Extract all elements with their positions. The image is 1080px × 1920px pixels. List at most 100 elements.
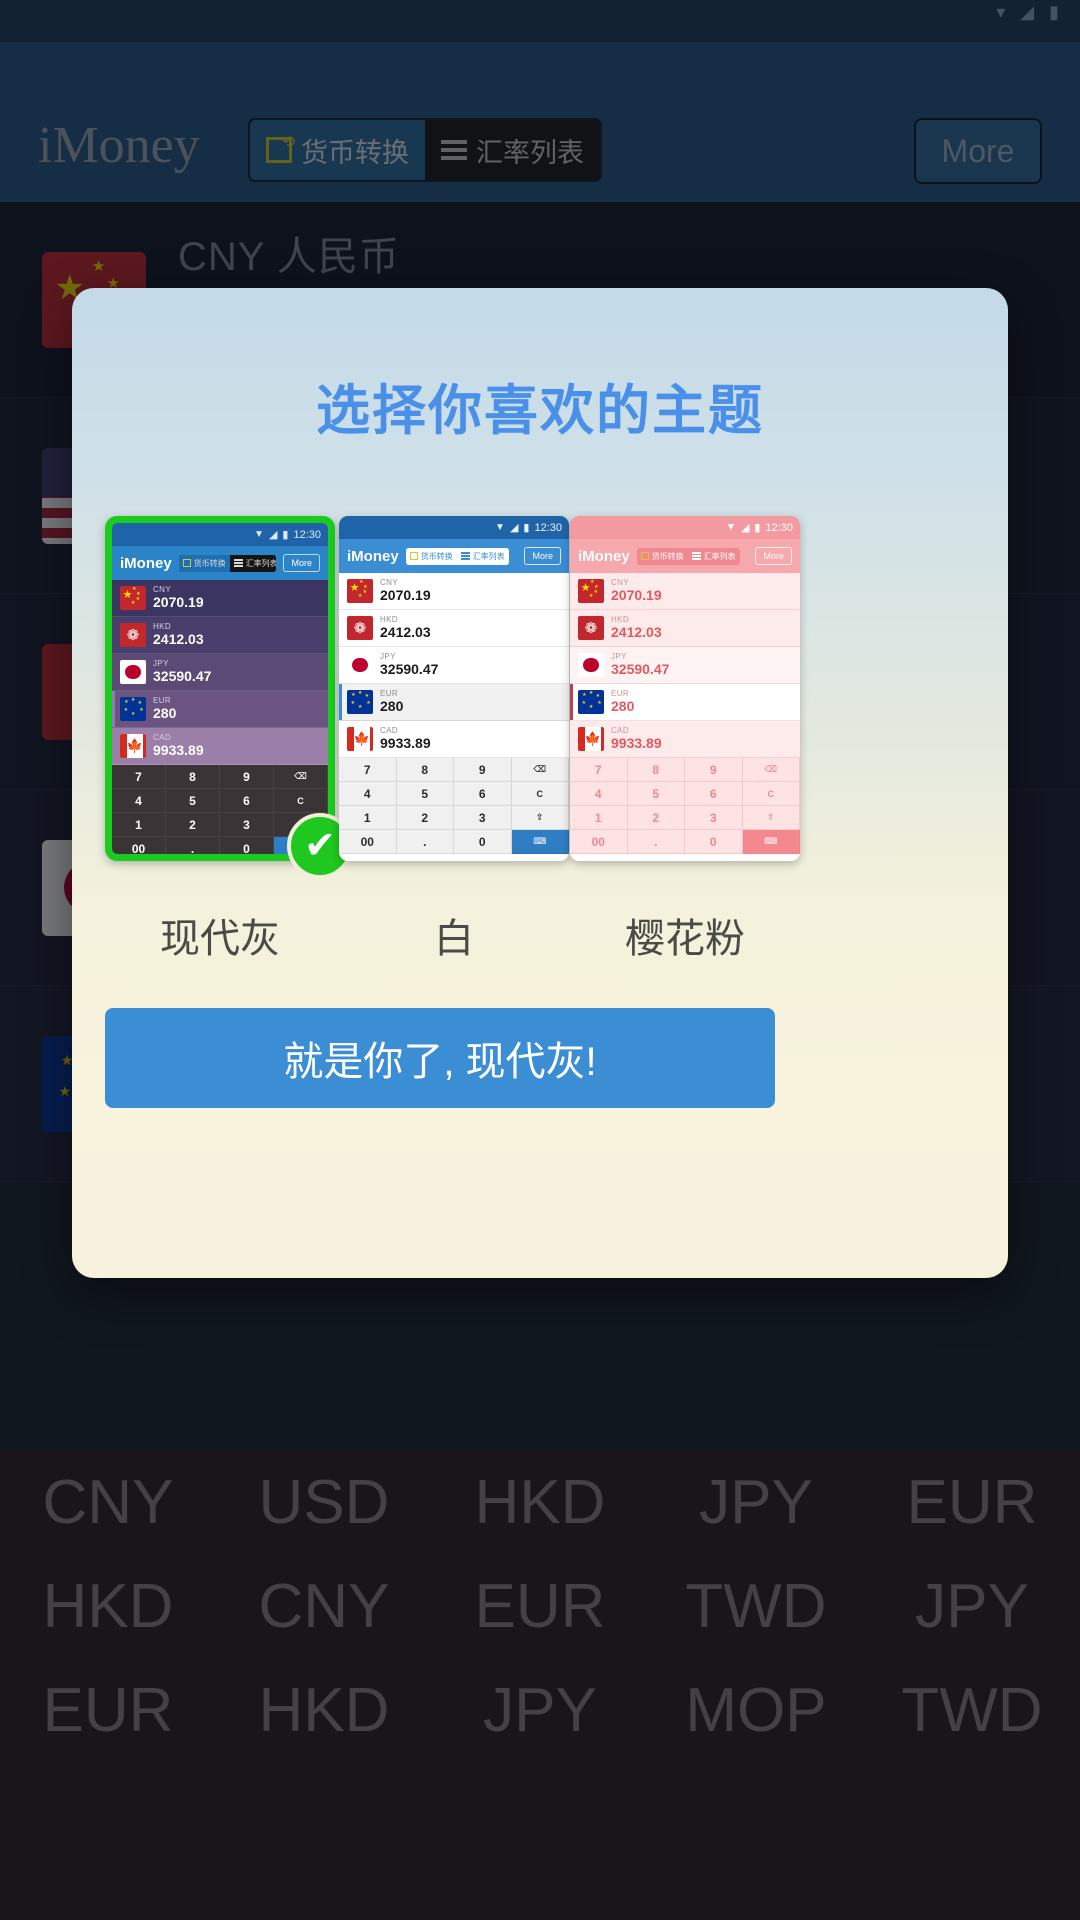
preview-key[interactable]: 0 xyxy=(220,837,274,854)
preview-key[interactable]: 7 xyxy=(570,758,628,782)
theme-preview-0[interactable]: ▼ ◢ ▮ 12:30 iMoney 货币转换 汇率列表 More ★ ★ ★ ★ ★ CNY 2070.1… xyxy=(105,516,335,861)
preview-key[interactable]: ⌫ xyxy=(511,758,569,782)
theme-preview-1[interactable]: ▼ ◢ ▮ 12:30 iMoney 货币转换 汇率列表 More ★ ★ ★ ★ ★ CNY 2070.1… xyxy=(339,516,569,861)
preview-key[interactable]: 7 xyxy=(112,765,166,789)
preview-key[interactable]: ⌫ xyxy=(274,765,328,789)
preview-key[interactable]: 00 xyxy=(112,837,166,854)
preview-rate-row[interactable]: ❁ HKD 2412.03 xyxy=(112,617,328,654)
preview-rate-row[interactable]: JPY 32590.47 xyxy=(570,647,800,684)
preview-rate-row[interactable]: ❁ HKD 2412.03 xyxy=(570,610,800,647)
preview-key[interactable]: 4 xyxy=(339,782,397,806)
preview-key[interactable]: 6 xyxy=(220,789,274,813)
preview-key[interactable]: 4 xyxy=(570,782,628,806)
preview-rate-row[interactable]: JPY 32590.47 xyxy=(112,654,328,691)
preview-status-bar: ▼ ◢ ▮ 12:30 xyxy=(112,523,328,546)
preview-key[interactable]: 0 xyxy=(685,830,743,854)
preview-key[interactable]: 00 xyxy=(339,830,397,854)
preview-key[interactable]: ⌫ xyxy=(742,758,800,782)
preview-rate-row[interactable]: 🍁 CAD 9933.89 xyxy=(570,721,800,758)
theme-label-0: 现代灰 xyxy=(160,917,280,961)
preview-key[interactable]: 1 xyxy=(112,813,166,837)
preview-keypad[interactable]: 789⌫ 456C 123⇪ 00.0⌨ xyxy=(570,758,800,854)
preview-key[interactable]: 2 xyxy=(627,806,685,830)
preview-row-code: CAD xyxy=(380,725,399,735)
confirm-theme-button[interactable]: 就是你了, 现代灰! xyxy=(105,1008,775,1108)
preview-rate-row[interactable]: 🍁 CAD 9933.89 xyxy=(112,728,328,765)
theme-option-2[interactable]: ▼ ◢ ▮ 12:30 iMoney 货币转换 汇率列表 More ★ ★ ★ ★ ★ CNY 2070.1… xyxy=(570,516,800,861)
preview-row-value: 32590.47 xyxy=(380,661,439,678)
preview-key[interactable]: 8 xyxy=(627,758,685,782)
preview-tab-convert[interactable]: 货币转换 xyxy=(636,547,688,565)
preview-tab-list[interactable]: 汇率列表 xyxy=(456,547,509,565)
preview-app-bar: iMoney 货币转换 汇率列表 More xyxy=(112,546,328,580)
preview-key[interactable]: 0 xyxy=(454,830,512,854)
preview-key[interactable]: 3 xyxy=(454,806,512,830)
preview-row-value: 32590.47 xyxy=(153,668,212,685)
preview-key[interactable]: . xyxy=(627,830,685,854)
preview-key[interactable]: 6 xyxy=(685,782,743,806)
theme-option-1[interactable]: ▼ ◢ ▮ 12:30 iMoney 货币转换 汇率列表 More ★ ★ ★ ★ ★ CNY 2070.1… xyxy=(339,516,569,861)
theme-label-1: 白 xyxy=(434,917,474,961)
preview-key[interactable]: 1 xyxy=(570,806,628,830)
preview-rate-row[interactable]: ★ ★ ★ ★ ★ CNY 2070.19 xyxy=(570,573,800,610)
preview-key[interactable]: C xyxy=(742,782,800,806)
preview-row-code: JPY xyxy=(380,651,396,661)
battery-icon: ▮ xyxy=(754,522,761,534)
preview-key[interactable]: . xyxy=(396,830,454,854)
preview-rate-row[interactable]: 🍁 CAD 9933.89 xyxy=(339,721,569,758)
flag-jp-icon xyxy=(578,653,604,677)
preview-segmented[interactable]: 货币转换 汇率列表 xyxy=(636,547,740,565)
preview-tab-convert[interactable]: 货币转换 xyxy=(405,547,457,565)
preview-key[interactable]: . xyxy=(166,837,220,854)
preview-row-value: 2070.19 xyxy=(380,587,431,604)
preview-key[interactable]: 5 xyxy=(627,782,685,806)
preview-keypad-row: 456C xyxy=(339,782,569,806)
preview-tab-convert[interactable]: 货币转换 xyxy=(178,554,230,572)
preview-key[interactable]: 2 xyxy=(166,813,220,837)
preview-rate-row[interactable]: ★ ★ ★ ★ ★ CNY 2070.19 xyxy=(112,580,328,617)
preview-key[interactable]: 4 xyxy=(112,789,166,813)
preview-more-button[interactable]: More xyxy=(283,554,320,572)
theme-preview-2[interactable]: ▼ ◢ ▮ 12:30 iMoney 货币转换 汇率列表 More ★ ★ ★ ★ ★ CNY 2070.1… xyxy=(570,516,800,861)
signal-icon: ◢ xyxy=(509,522,519,534)
preview-key[interactable]: 9 xyxy=(685,758,743,782)
preview-rate-row[interactable]: ★ ★ ★ ★ ★ ★ EUR 280 xyxy=(339,684,569,721)
preview-key[interactable]: C xyxy=(274,789,328,813)
preview-rate-row[interactable]: ★ ★ ★ ★ ★ CNY 2070.19 xyxy=(339,573,569,610)
preview-key[interactable]: 6 xyxy=(454,782,512,806)
preview-key[interactable]: 5 xyxy=(166,789,220,813)
preview-key[interactable]: 1 xyxy=(339,806,397,830)
preview-tab-list[interactable]: 汇率列表 xyxy=(687,547,740,565)
preview-status-bar: ▼ ◢ ▮ 12:30 xyxy=(570,516,800,539)
preview-key[interactable]: 8 xyxy=(396,758,454,782)
preview-row-code: CNY xyxy=(611,577,630,587)
preview-tab-list[interactable]: 汇率列表 xyxy=(229,554,277,572)
preview-rate-row[interactable]: ❁ HKD 2412.03 xyxy=(339,610,569,647)
preview-more-button[interactable]: More xyxy=(755,547,792,565)
preview-more-button[interactable]: More xyxy=(524,547,561,565)
preview-segmented[interactable]: 货币转换 汇率列表 xyxy=(405,547,509,565)
preview-rate-row[interactable]: ★ ★ ★ ★ ★ ★ EUR 280 xyxy=(112,691,328,728)
preview-keypad[interactable]: 789⌫456C123⇪00.0⌨ xyxy=(339,758,569,854)
theme-option-0[interactable]: ▼ ◢ ▮ 12:30 iMoney 货币转换 汇率列表 More ★ ★ ★ ★ ★ CNY 2070.1… xyxy=(105,516,353,879)
preview-rate-row[interactable]: JPY 32590.47 xyxy=(339,647,569,684)
preview-key[interactable]: ⌨ xyxy=(742,830,800,854)
preview-key[interactable]: 5 xyxy=(396,782,454,806)
preview-key[interactable]: 7 xyxy=(339,758,397,782)
preview-keypad-row: 123⇪ xyxy=(339,806,569,830)
preview-key[interactable]: 9 xyxy=(220,765,274,789)
preview-key[interactable]: 3 xyxy=(685,806,743,830)
preview-key[interactable]: 9 xyxy=(454,758,512,782)
preview-rate-row[interactable]: ★ ★ ★ ★ ★ ★ EUR 280 xyxy=(570,684,800,721)
preview-key[interactable]: 3 xyxy=(220,813,274,837)
preview-key[interactable]: ⇪ xyxy=(742,806,800,830)
preview-segmented[interactable]: 货币转换 汇率列表 xyxy=(178,554,277,572)
preview-key[interactable]: 2 xyxy=(396,806,454,830)
theme-label-2: 樱花粉 xyxy=(625,917,745,961)
preview-key[interactable]: 00 xyxy=(570,830,628,854)
battery-icon: ▮ xyxy=(523,522,530,534)
preview-key[interactable]: ⇪ xyxy=(511,806,569,830)
preview-key[interactable]: C xyxy=(511,782,569,806)
preview-key[interactable]: ⌨ xyxy=(511,830,569,854)
preview-key[interactable]: 8 xyxy=(166,765,220,789)
